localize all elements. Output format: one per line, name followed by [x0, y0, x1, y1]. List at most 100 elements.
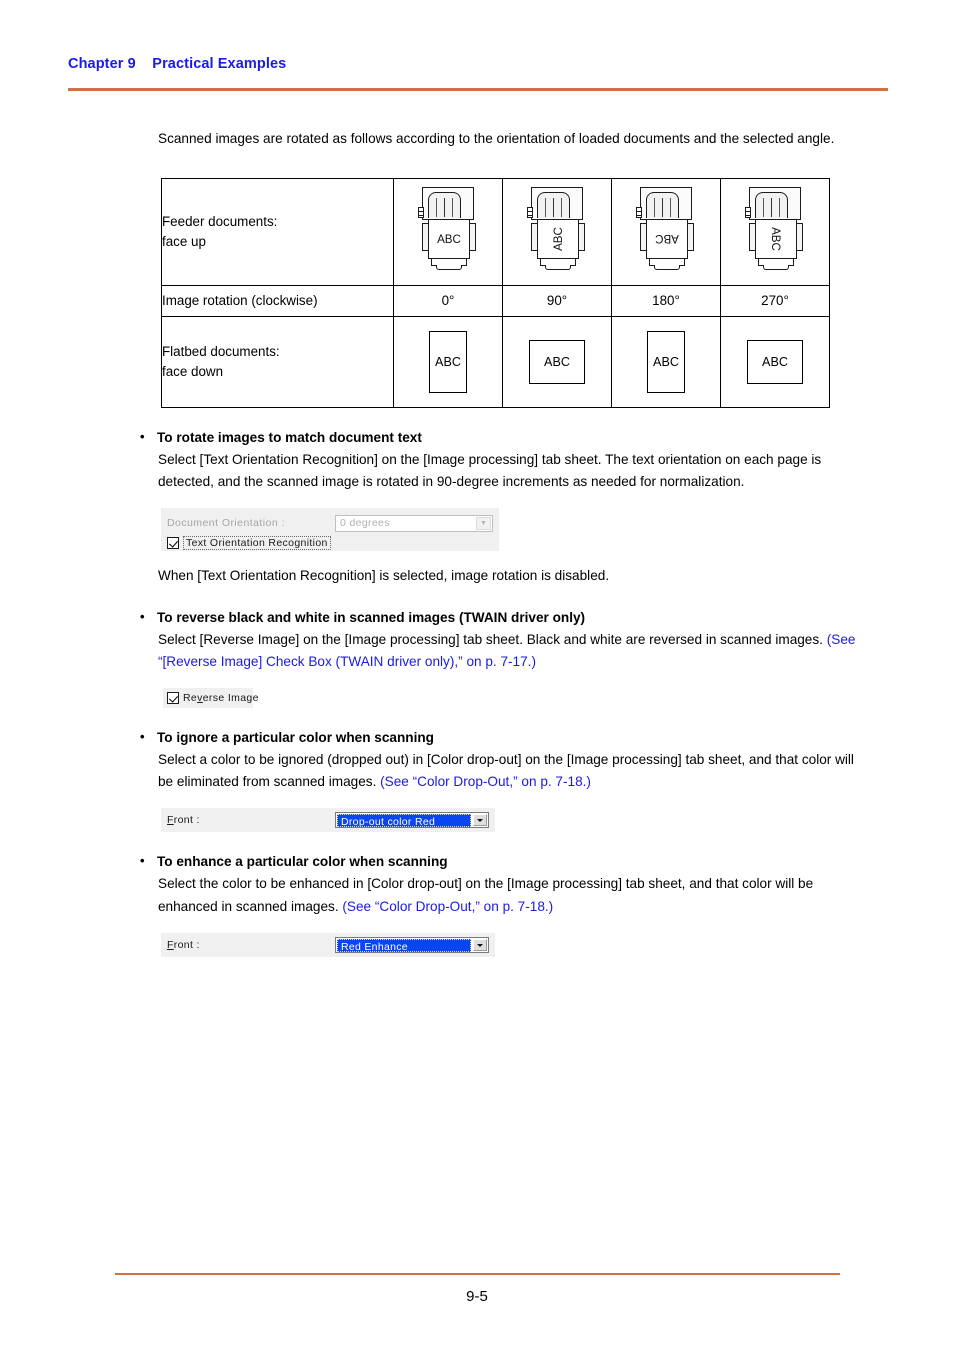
sheet-text: ABC	[762, 354, 788, 369]
scanner-illustration: ABC	[417, 185, 479, 273]
scanner-paper: ABC	[755, 219, 797, 259]
page-number: 9-5	[466, 1288, 488, 1305]
scanner-paper: ABC	[428, 219, 470, 259]
paper-text: ABC	[769, 227, 783, 251]
flatbed-label-line1: Flatbed documents:	[162, 343, 280, 359]
section-color-dropout: To ignore a particular color when scanni…	[140, 726, 858, 794]
flatbed-cell-1: ABC	[502, 315, 612, 408]
dropdown-value: 0 degrees	[340, 517, 390, 530]
scanner-guide-right	[687, 223, 694, 251]
scanner-notch	[745, 207, 751, 218]
scanner-foot	[545, 265, 571, 270]
text-orientation-recognition-row[interactable]: Text Orientation Recognition	[167, 536, 493, 551]
flatbed-row-label: Flatbed documents: face down	[161, 315, 394, 408]
feeder-label-line1: Feeder documents:	[162, 213, 278, 229]
header-divider	[68, 88, 888, 91]
orientation-row: Document Orientation : 0 degrees ▼	[167, 513, 493, 533]
dropout-color-dropdown[interactable]: Drop-out color Red	[335, 812, 489, 829]
chevron-down-icon[interactable]	[473, 814, 487, 827]
scanner-illustration: ABC	[744, 185, 806, 273]
rotation-value-1: 90°	[502, 284, 612, 317]
document-sheet: ABC	[747, 339, 803, 384]
text-orientation-recognition-label: Text Orientation Recognition	[183, 536, 331, 551]
section-note: When [Text Orientation Recognition] is s…	[158, 568, 610, 584]
sheet-text: ABC	[435, 354, 461, 369]
section-title: To reverse black and white in scanned im…	[140, 606, 858, 628]
scanner-notch	[418, 207, 424, 218]
feeder-cell-2: ABC	[611, 177, 721, 286]
orientation-table: Feeder documents: face up ABC ABC ABC AB…	[161, 177, 830, 408]
cross-reference-link[interactable]: (See “Color Drop-Out,” on p. 7-18.)	[342, 899, 553, 914]
section-body: Select a color to be ignored (dropped ou…	[158, 749, 858, 794]
section-title: To enhance a particular color when scann…	[140, 850, 858, 872]
dropdown-value: Red Enhance	[337, 938, 471, 952]
section-body: Select [Text Orientation Recognition] on…	[158, 451, 822, 489]
scanner-notch	[527, 207, 533, 218]
feeder-label-line2: face up	[162, 233, 206, 249]
rotation-row-label: Image rotation (clockwise)	[161, 284, 394, 317]
scanner-roller	[763, 198, 780, 217]
scanner-roller	[654, 198, 671, 217]
feeder-cell-1: ABC	[502, 177, 612, 286]
feeder-row-label: Feeder documents: face up	[161, 177, 394, 286]
section-title: To ignore a particular color when scanni…	[140, 726, 858, 748]
scanner-paper: ABC	[646, 219, 688, 259]
scanner-paper: ABC	[537, 219, 579, 259]
page-content: Scanned images are rotated as follows ac…	[140, 128, 858, 958]
reverse-image-widget[interactable]: Reverse Image	[163, 687, 258, 708]
table-row-feeder: Feeder documents: face up ABC ABC ABC AB…	[161, 177, 830, 286]
section-reverse-image: To reverse black and white in scanned im…	[140, 606, 858, 674]
scanner-roller	[545, 198, 562, 217]
checkbox-icon[interactable]	[167, 691, 179, 704]
dropdown-value: Drop-out color Red	[337, 813, 471, 827]
sheet-text: ABC	[544, 354, 570, 369]
section-body-text: Select [Reverse Image] on the [Image pro…	[158, 631, 827, 647]
scanner-illustration: ABC	[526, 185, 588, 273]
flatbed-cell-0: ABC	[393, 315, 503, 408]
section-rotate-text: To rotate images to match document text …	[140, 426, 858, 494]
feeder-cell-0: ABC	[393, 177, 503, 286]
section-body: Select [Reverse Image] on the [Image pro…	[158, 629, 858, 674]
front-label: Front :	[167, 939, 200, 952]
table-row-flatbed: Flatbed documents: face down ABC ABC ABC	[161, 315, 830, 408]
footer-divider	[115, 1273, 840, 1275]
feeder-cell-3: ABC	[720, 177, 830, 286]
flatbed-cell-2: ABC	[611, 315, 721, 408]
scanner-foot	[436, 265, 462, 270]
document-orientation-dropdown[interactable]: 0 degrees ▼	[335, 514, 493, 532]
scanner-foot	[654, 265, 680, 270]
scanner-guide-right	[796, 223, 803, 251]
sheet-text: ABC	[653, 354, 679, 369]
document-orientation-widget: Document Orientation : 0 degrees ▼ Text …	[161, 508, 499, 552]
page-header: Chapter 9 Practical Examples	[0, 0, 954, 72]
scanner-guide-right	[578, 223, 585, 251]
scanner-guide-right	[469, 223, 476, 251]
scanner-illustration: ABC	[635, 185, 697, 273]
checkbox-icon[interactable]	[167, 537, 179, 550]
rotation-value-3: 270°	[720, 284, 830, 317]
document-sheet: ABC	[647, 330, 685, 393]
chevron-down-icon: ▼	[476, 516, 491, 530]
paper-text: ABC	[437, 232, 461, 246]
rotation-value-0: 0°	[393, 284, 503, 317]
scanner-notch	[636, 207, 642, 218]
cross-reference-link[interactable]: (See “Color Drop-Out,” on p. 7-18.)	[380, 774, 591, 789]
scanner-foot	[763, 265, 789, 270]
document-sheet: ABC	[529, 339, 585, 384]
reverse-image-label: Reverse Image	[183, 691, 259, 704]
flatbed-label-line2: face down	[162, 363, 224, 379]
section-title: To rotate images to match document text	[140, 426, 858, 448]
dropout-color-widget: Front : Drop-out color Red	[161, 808, 495, 833]
chevron-down-icon[interactable]	[473, 939, 487, 952]
color-enhance-dropdown[interactable]: Red Enhance	[335, 937, 489, 954]
paper-text: ABC	[551, 227, 565, 251]
rotation-value-2: 180°	[611, 284, 721, 317]
intro-paragraph: Scanned images are rotated as follows ac…	[158, 131, 835, 146]
flatbed-cell-3: ABC	[720, 315, 830, 408]
front-label: Front :	[167, 814, 200, 827]
table-row-rotation: Image rotation (clockwise) 0° 90° 180° 2…	[161, 284, 830, 317]
document-orientation-label: Document Orientation :	[167, 517, 285, 530]
paper-text: ABC	[655, 232, 679, 246]
scanner-roller	[436, 198, 453, 217]
section-color-enhance: To enhance a particular color when scann…	[140, 850, 858, 918]
